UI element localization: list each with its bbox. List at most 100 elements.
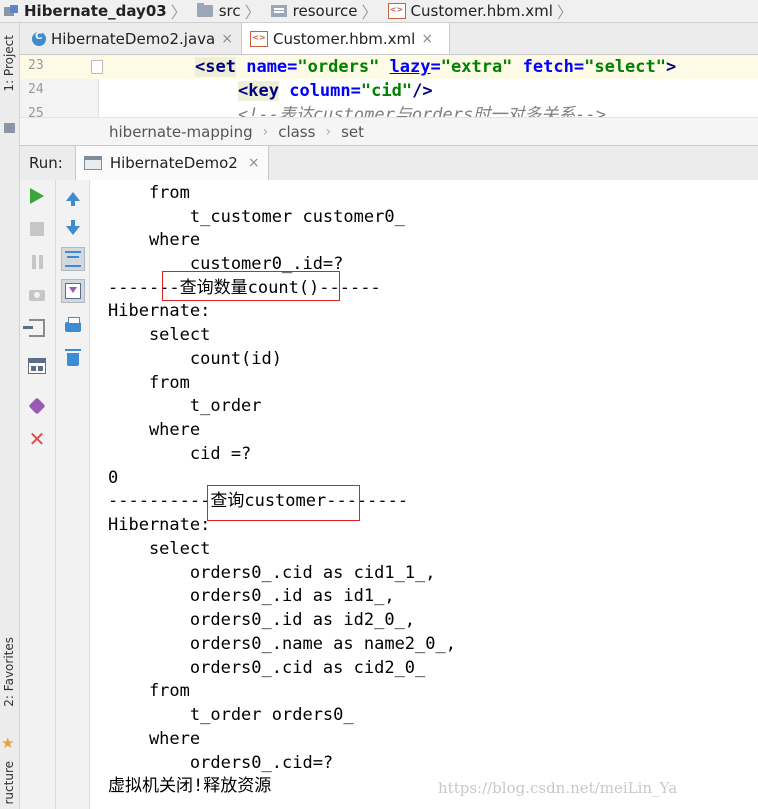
xml-breadcrumb: hibernate-mapping › class › set: [20, 117, 758, 146]
console-line: orders0_.id as id1_,: [108, 586, 395, 606]
trash-icon: [65, 348, 81, 366]
console-output[interactable]: from t_customer customer0_ where custome…: [90, 180, 758, 809]
rerun-button[interactable]: [25, 184, 49, 208]
console-line: where: [108, 230, 201, 250]
structure-tool-button[interactable]: ructure: [2, 761, 16, 805]
console-line: count(id): [108, 349, 282, 369]
close-run-button[interactable]: ✕: [25, 427, 49, 451]
favorites-tool-button[interactable]: 2: Favorites: [2, 637, 16, 707]
tab-hibernatedemo2-java[interactable]: HibernateDemo2.java ×: [24, 23, 241, 54]
nav-crumb-file[interactable]: <> Customer.hbm.xml: [384, 0, 555, 22]
nav-crumb-resource[interactable]: resource: [267, 0, 360, 22]
resource-folder-icon: [270, 5, 287, 17]
navigation-bar: Hibernate_day03 〉 src 〉 resource 〉 <> Cu…: [0, 0, 758, 23]
previous-occurrence-button[interactable]: [61, 184, 85, 208]
nav-separator: 〉: [556, 3, 573, 22]
camera-icon: [29, 289, 45, 301]
xml-crumb-hibernate-mapping[interactable]: hibernate-mapping: [109, 123, 253, 141]
code-line-23: 23 <set name="orders" lazy="extra" fetch…: [20, 55, 758, 79]
stop-icon: [30, 222, 44, 236]
console-line: select: [108, 325, 211, 345]
star-icon: ★: [1, 734, 15, 752]
console-line: orders0_.name as name2_0_,: [108, 634, 456, 654]
pin-tab-button[interactable]: [25, 394, 49, 418]
play-icon: [30, 188, 44, 204]
run-tab-hibernatedemo2[interactable]: HibernateDemo2 ×: [74, 146, 269, 180]
xml-crumb-separator: ›: [262, 124, 269, 140]
close-icon[interactable]: ×: [221, 31, 233, 47]
console-line: Hibernate:: [108, 301, 211, 321]
close-icon: ✕: [28, 427, 46, 451]
watermark: https://blog.csdn.net/meiLin_Ya: [438, 779, 678, 797]
printer-icon: [65, 317, 81, 332]
arrow-down-icon: [66, 219, 80, 235]
soft-wrap-button[interactable]: [61, 247, 85, 271]
annotation-box-count: [162, 271, 340, 301]
code-comment: <!--表达customer与orders时一对多关系-->: [238, 105, 606, 117]
layout-icon: [28, 358, 46, 374]
close-icon[interactable]: ×: [421, 31, 433, 47]
soft-wrap-icon: [65, 251, 81, 267]
layout-button[interactable]: [25, 354, 49, 378]
line-number: 23: [28, 58, 44, 73]
nav-separator: 〉: [244, 3, 261, 22]
run-config-icon: [83, 156, 102, 170]
console-line: from: [108, 183, 190, 203]
close-icon[interactable]: ×: [248, 155, 260, 171]
clear-all-button[interactable]: [61, 345, 85, 369]
console-line: t_order: [108, 396, 262, 416]
pause-button[interactable]: [25, 250, 49, 274]
console-line: from: [108, 373, 190, 393]
print-button[interactable]: [61, 313, 85, 337]
project-icon: [4, 5, 18, 17]
restore-layout-button[interactable]: [23, 316, 49, 340]
code-text: <set name="orders" lazy="extra" fetch="s…: [195, 57, 677, 77]
stop-button[interactable]: [25, 217, 49, 241]
pause-icon: [31, 255, 36, 269]
console-line: where: [108, 420, 201, 440]
console-line: orders0_.cid as cid2_0_: [108, 658, 426, 678]
console-line: orders0_.id as id2_0_,: [108, 610, 416, 630]
run-tool-header: Run: HibernateDemo2 ×: [20, 145, 758, 181]
xml-crumb-class[interactable]: class: [278, 123, 315, 141]
java-class-icon: [32, 31, 46, 46]
console-line: 虚拟机关闭!释放资源: [108, 776, 272, 796]
dump-threads-button[interactable]: [25, 283, 49, 307]
console-line: Hibernate:: [108, 515, 211, 535]
console-line: orders0_.cid as cid1_1_,: [108, 563, 436, 583]
annotation-box-customer: [207, 485, 360, 521]
tab-label: HibernateDemo2.java: [51, 29, 216, 48]
fold-marker-icon[interactable]: [91, 60, 103, 74]
code-editor[interactable]: 23 <set name="orders" lazy="extra" fetch…: [20, 55, 758, 117]
console-line: cid =?: [108, 444, 252, 464]
code-line-25: 25 <!--表达customer与orders时一对多关系-->: [20, 103, 758, 117]
nav-crumb-src-label: src: [218, 2, 241, 20]
pin-icon: [28, 397, 46, 415]
line-number: 24: [28, 82, 44, 97]
run-toolbar-primary: ✕: [20, 180, 56, 809]
code-line-24: 24 <key column="cid"/>: [20, 79, 758, 103]
xml-crumb-set[interactable]: set: [341, 123, 364, 141]
console-line: t_order orders0_: [108, 705, 354, 725]
tab-customer-hbm-xml[interactable]: <> Customer.hbm.xml ×: [241, 23, 450, 54]
xml-file-icon: <>: [387, 3, 406, 19]
exit-icon: [23, 319, 45, 337]
project-tool-button[interactable]: 1: Project: [2, 35, 16, 92]
console-line: orders0_.cid=?: [108, 753, 334, 773]
project-small-icon: [4, 123, 15, 133]
tab-label: Customer.hbm.xml: [273, 29, 416, 48]
scroll-to-end-button[interactable]: [61, 279, 85, 303]
nav-crumb-project[interactable]: Hibernate_day03: [0, 0, 169, 22]
run-toolbar-secondary: [56, 180, 90, 809]
editor-tab-bar: HibernateDemo2.java × <> Customer.hbm.xm…: [20, 23, 758, 55]
folder-icon: [196, 3, 213, 17]
line-number: 25: [28, 106, 44, 117]
nav-separator: 〉: [170, 3, 187, 22]
next-occurrence-button[interactable]: [61, 215, 85, 239]
nav-crumb-src[interactable]: src: [193, 0, 243, 22]
console-line: select: [108, 539, 211, 559]
left-tool-strip: 1: Project 2: Favorites ★ ructure: [0, 23, 20, 809]
nav-crumb-resource-label: resource: [292, 2, 358, 20]
nav-separator: 〉: [361, 3, 378, 22]
run-tab-label: HibernateDemo2: [109, 154, 238, 172]
